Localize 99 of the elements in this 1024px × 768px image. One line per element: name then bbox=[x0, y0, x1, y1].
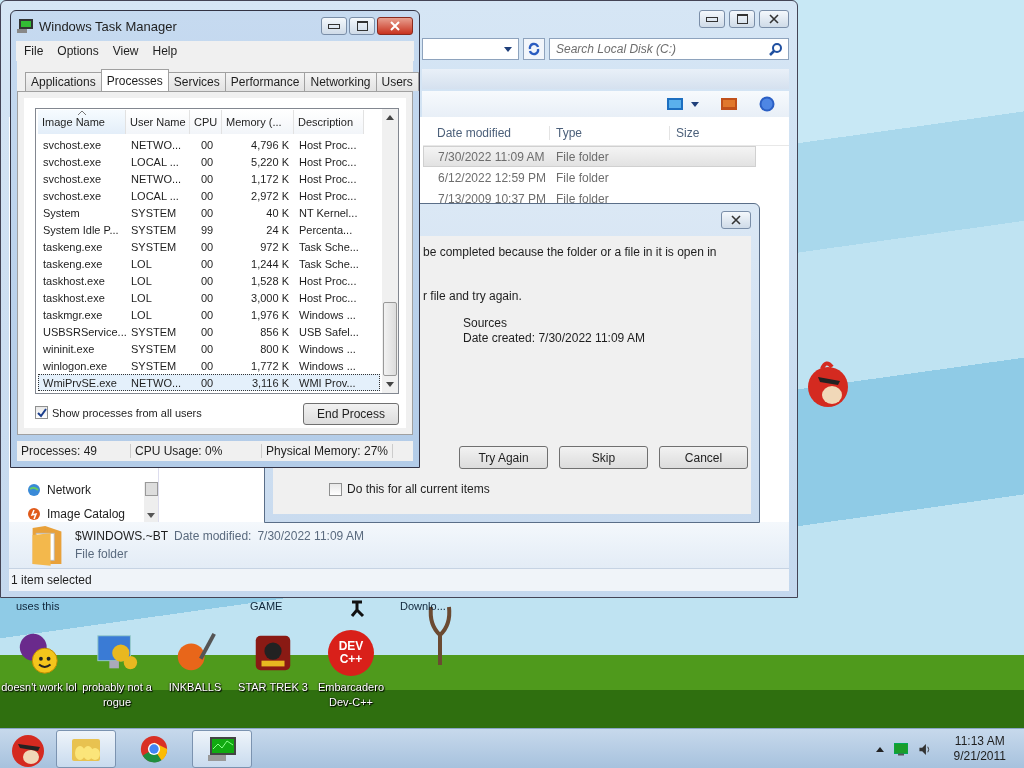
file-row[interactable]: 6/12/2022 12:59 PM File folder bbox=[423, 167, 756, 188]
field-value: 7/30/2022 11:09 AM bbox=[257, 529, 364, 543]
menu-item[interactable]: Help bbox=[152, 44, 178, 58]
item-name: $WINDOWS.~BT bbox=[75, 529, 168, 543]
desktop-icon-label: GAME bbox=[250, 600, 283, 612]
column-header[interactable]: Type bbox=[549, 126, 669, 140]
close-icon bbox=[731, 215, 741, 225]
clock[interactable]: 11:13 AM 9/21/2011 bbox=[953, 734, 1006, 764]
monitor-icon bbox=[17, 19, 33, 33]
taskbar-button[interactable] bbox=[192, 730, 252, 768]
process-row[interactable]: taskeng.exe LOL 00 1,244 K Task Sche... bbox=[38, 255, 380, 272]
process-row[interactable]: taskmgr.exe LOL 00 1,976 K Windows ... bbox=[38, 306, 380, 323]
minimize-button[interactable] bbox=[321, 17, 347, 35]
process-row[interactable]: svchost.exe LOCAL ... 00 5,220 K Host Proc... bbox=[38, 153, 380, 170]
field-label: Date modified: bbox=[174, 529, 252, 543]
scrollbar[interactable] bbox=[144, 482, 158, 522]
speaker-icon[interactable] bbox=[917, 742, 932, 756]
column-header[interactable]: Size bbox=[669, 126, 789, 140]
column-header[interactable]: Memory (... bbox=[222, 110, 294, 134]
process-row[interactable]: wininit.exe SYSTEM 00 800 K Windows ... bbox=[38, 340, 380, 357]
scrollbar[interactable] bbox=[382, 109, 398, 393]
nav-item[interactable]: Network bbox=[27, 482, 144, 498]
process-row[interactable]: svchost.exe LOCAL ... 00 2,972 K Host Proc... bbox=[38, 187, 380, 204]
column-header[interactable]: Image Name bbox=[38, 110, 126, 134]
tab[interactable]: Applications bbox=[25, 72, 102, 91]
process-row[interactable]: WmiPrvSE.exe NETWO... 00 3,116 K WMI Prov... bbox=[38, 374, 380, 391]
desktop-shortcut[interactable]: probably not a rogue bbox=[78, 630, 156, 710]
process-row[interactable]: System Idle P... SYSTEM 99 24 K Percenta... bbox=[38, 221, 380, 238]
process-row[interactable]: USBSRService... SYSTEM 00 856 K USB Safel... bbox=[38, 323, 380, 340]
checkbox-label: Show processes from all users bbox=[52, 406, 202, 419]
close-icon bbox=[390, 21, 400, 31]
maximize-button[interactable] bbox=[729, 10, 755, 28]
desktop-icon-label: Downlo... bbox=[400, 600, 446, 612]
search-field[interactable]: Search Local Disk (C:) bbox=[549, 38, 789, 60]
item-name: Sources bbox=[463, 316, 509, 331]
up-arrow-icon bbox=[386, 115, 394, 120]
process-row[interactable]: taskeng.exe SYSTEM 00 972 K Task Sche... bbox=[38, 238, 380, 255]
refresh-button[interactable] bbox=[523, 38, 545, 60]
down-arrow-icon bbox=[147, 513, 155, 518]
down-arrow-icon bbox=[386, 382, 394, 387]
column-header[interactable]: Date modified bbox=[423, 126, 549, 140]
search-icon bbox=[769, 42, 783, 56]
column-header[interactable]: Description bbox=[294, 110, 364, 134]
maximize-button[interactable] bbox=[349, 17, 375, 35]
process-row[interactable]: winlogon.exe SYSTEM 00 1,772 K Windows ... bbox=[38, 357, 380, 374]
process-row[interactable]: svchost.exe NETWO... 00 1,172 K Host Proc... bbox=[38, 170, 380, 187]
status-text: 1 item selected bbox=[11, 573, 92, 587]
tab[interactable]: Services bbox=[167, 72, 226, 91]
process-row[interactable]: System SYSTEM 00 40 K NT Kernel... bbox=[38, 204, 380, 221]
tab[interactable]: Networking bbox=[304, 72, 377, 91]
pane-icon bbox=[721, 98, 737, 110]
network-icon[interactable] bbox=[893, 742, 908, 756]
checkbox-label: Do this for all current items bbox=[347, 482, 490, 496]
nav-item[interactable]: Image Catalog bbox=[27, 506, 144, 522]
menu-item[interactable]: View bbox=[112, 44, 139, 58]
monitor-chart-icon bbox=[206, 735, 238, 763]
window-title: Windows Task Manager bbox=[39, 18, 178, 34]
item-date: Date created: 7/30/2022 11:09 AM bbox=[463, 331, 646, 346]
minimize-button[interactable] bbox=[699, 10, 725, 28]
desktop-shortcut[interactable]: DEV C++ Embarcadero Dev-C++ bbox=[312, 630, 390, 710]
message-text: r file and try again. bbox=[423, 288, 523, 304]
status-text: Physical Memory: 27% bbox=[262, 444, 394, 458]
tab[interactable]: Performance bbox=[224, 72, 306, 91]
process-row[interactable]: taskhost.exe LOL 00 3,000 K Host Proc... bbox=[38, 289, 380, 306]
scrollbar-thumb[interactable] bbox=[383, 302, 397, 376]
tab[interactable]: Users bbox=[375, 72, 419, 91]
checkbox[interactable] bbox=[329, 482, 342, 496]
refresh-icon bbox=[527, 42, 541, 56]
checkbox[interactable] bbox=[35, 406, 48, 419]
window-icon bbox=[667, 98, 683, 110]
caret-icon[interactable] bbox=[875, 746, 884, 752]
desktop-icon-label: uses this bbox=[16, 600, 60, 612]
close-button[interactable] bbox=[759, 10, 789, 28]
close-icon bbox=[769, 14, 779, 24]
dialog-button[interactable]: Try Again bbox=[459, 446, 548, 469]
dialog-button[interactable]: Cancel bbox=[659, 446, 748, 469]
close-button[interactable] bbox=[377, 17, 413, 35]
column-header[interactable]: User Name bbox=[126, 110, 190, 134]
status-text: Processes: 49 bbox=[17, 444, 131, 458]
status-text: CPU Usage: 0% bbox=[131, 444, 262, 458]
tab[interactable]: Processes bbox=[100, 69, 169, 91]
end-process-button[interactable]: End Process bbox=[303, 403, 399, 425]
caret-icon bbox=[691, 101, 699, 107]
process-row[interactable]: taskhost.exe LOL 00 1,528 K Host Proc... bbox=[38, 272, 380, 289]
process-row[interactable]: svchost.exe NETWO... 00 4,796 K Host Proc... bbox=[38, 136, 380, 153]
address-bar[interactable] bbox=[422, 38, 519, 60]
help-icon bbox=[759, 96, 775, 112]
file-row[interactable]: 7/30/2022 11:09 AM File folder bbox=[423, 146, 756, 167]
globe-icon bbox=[27, 483, 41, 497]
message-text: be completed because the folder or a file in it is open in bbox=[423, 244, 718, 260]
column-header[interactable]: CPU bbox=[190, 110, 222, 134]
item-type: File folder bbox=[75, 547, 129, 561]
menu-item[interactable]: Options bbox=[57, 44, 99, 58]
browser-icon bbox=[139, 734, 169, 764]
menu-item[interactable]: File bbox=[24, 44, 44, 58]
close-button[interactable] bbox=[721, 211, 751, 229]
help-button[interactable] bbox=[759, 94, 775, 114]
caret-icon bbox=[504, 46, 512, 52]
dialog-button[interactable]: Skip bbox=[559, 446, 648, 469]
